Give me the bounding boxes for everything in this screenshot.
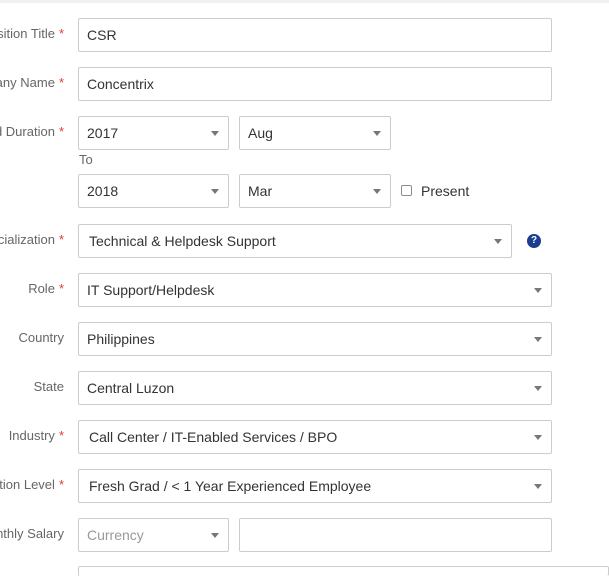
chevron-down-icon bbox=[534, 288, 542, 293]
currency-select[interactable]: Currency bbox=[78, 518, 229, 552]
chevron-down-icon bbox=[373, 189, 381, 194]
chevron-down-icon bbox=[373, 131, 381, 136]
country-label: Country bbox=[18, 330, 64, 345]
industry-select[interactable]: Call Center / IT-Enabled Services / BPO bbox=[78, 420, 552, 454]
start-month-select[interactable]: Aug bbox=[239, 116, 391, 150]
present-checkbox[interactable] bbox=[401, 185, 412, 196]
chevron-down-icon bbox=[211, 533, 219, 538]
chevron-down-icon bbox=[534, 435, 542, 440]
chevron-down-icon bbox=[211, 189, 219, 194]
position-title-input[interactable]: CSR bbox=[78, 18, 552, 52]
company-name-label: Company Name* bbox=[0, 75, 64, 90]
present-label[interactable]: Present bbox=[421, 183, 469, 199]
end-year-select[interactable]: 2018 bbox=[78, 174, 229, 208]
chevron-down-icon bbox=[534, 386, 542, 391]
specialization-select[interactable]: Technical & Helpdesk Support bbox=[78, 224, 512, 258]
company-name-input[interactable]: Concentrix bbox=[78, 67, 552, 101]
position-title-label: Position Title* bbox=[0, 26, 64, 41]
monthly-salary-label: Monthly Salary bbox=[0, 526, 64, 541]
chevron-down-icon bbox=[534, 484, 542, 489]
chevron-down-icon bbox=[494, 239, 502, 244]
to-label: To bbox=[79, 152, 93, 167]
specialization-label: Specialization* bbox=[0, 232, 64, 247]
position-level-label: Position Level* bbox=[0, 477, 64, 492]
salary-amount-input[interactable] bbox=[239, 518, 552, 552]
start-year-select[interactable]: 2017 bbox=[78, 116, 229, 150]
role-select[interactable]: IT Support/Helpdesk bbox=[78, 273, 552, 307]
position-level-select[interactable]: Fresh Grad / < 1 Year Experienced Employ… bbox=[78, 469, 552, 503]
end-month-select[interactable]: Mar bbox=[239, 174, 391, 208]
top-bar bbox=[0, 0, 609, 3]
industry-label: Industry * bbox=[8, 428, 64, 443]
state-label: State bbox=[33, 379, 64, 394]
joined-duration-label: Joined Duration* bbox=[0, 124, 64, 139]
country-select[interactable]: Philippines bbox=[78, 322, 552, 356]
role-label: Role * bbox=[28, 281, 64, 296]
chevron-down-icon bbox=[534, 337, 542, 342]
state-select[interactable]: Central Luzon bbox=[78, 371, 552, 405]
next-field-partial[interactable] bbox=[78, 566, 609, 576]
help-icon[interactable]: ? bbox=[527, 234, 541, 248]
chevron-down-icon bbox=[211, 131, 219, 136]
